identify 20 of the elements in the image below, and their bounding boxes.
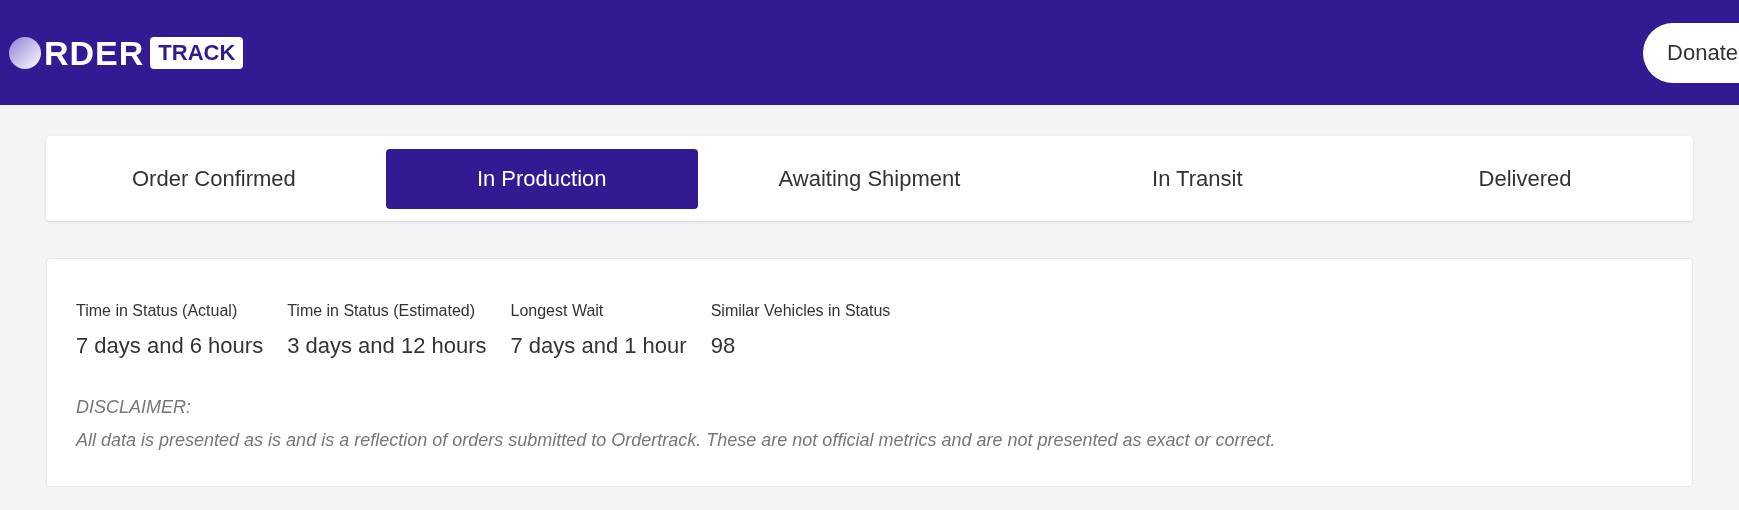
status-tab[interactable]: Awaiting Shipment [713,148,1026,209]
donate-button[interactable]: Donate [1643,22,1739,83]
stat-label: Longest Wait [510,301,605,321]
circle-logo-icon [8,35,42,70]
logo[interactable]: RDER TRACK [8,35,244,70]
status-tab[interactable]: In Production [385,148,698,209]
stat-label: Time in Status (Estimated) [287,301,477,321]
stat-value: 7 days and 1 hour [510,332,687,360]
stat-label: Similar Vehicles in Status [710,301,891,321]
stat-value: 98 [710,332,737,360]
status-tab[interactable]: Order Confirmed [58,148,370,209]
stat-label: Time in Status (Actual) [76,301,239,321]
stat-value: 3 days and 12 hours [287,332,487,360]
logo-word: RDER [44,35,145,70]
stat-value: 7 days and 6 hours [76,332,264,360]
logo-badge: TRACK [150,36,244,69]
status-tab[interactable]: In Transit [1041,148,1354,209]
disclaimer-title: DISCLAIMER: [76,396,193,419]
disclaimer-text: All data is presented as is and is a reflection of orders submitted to Ordertrack. These are not official metrics and are not presented as exact or correct. [76,429,1277,452]
status-tab[interactable]: Delivered [1369,148,1681,209]
